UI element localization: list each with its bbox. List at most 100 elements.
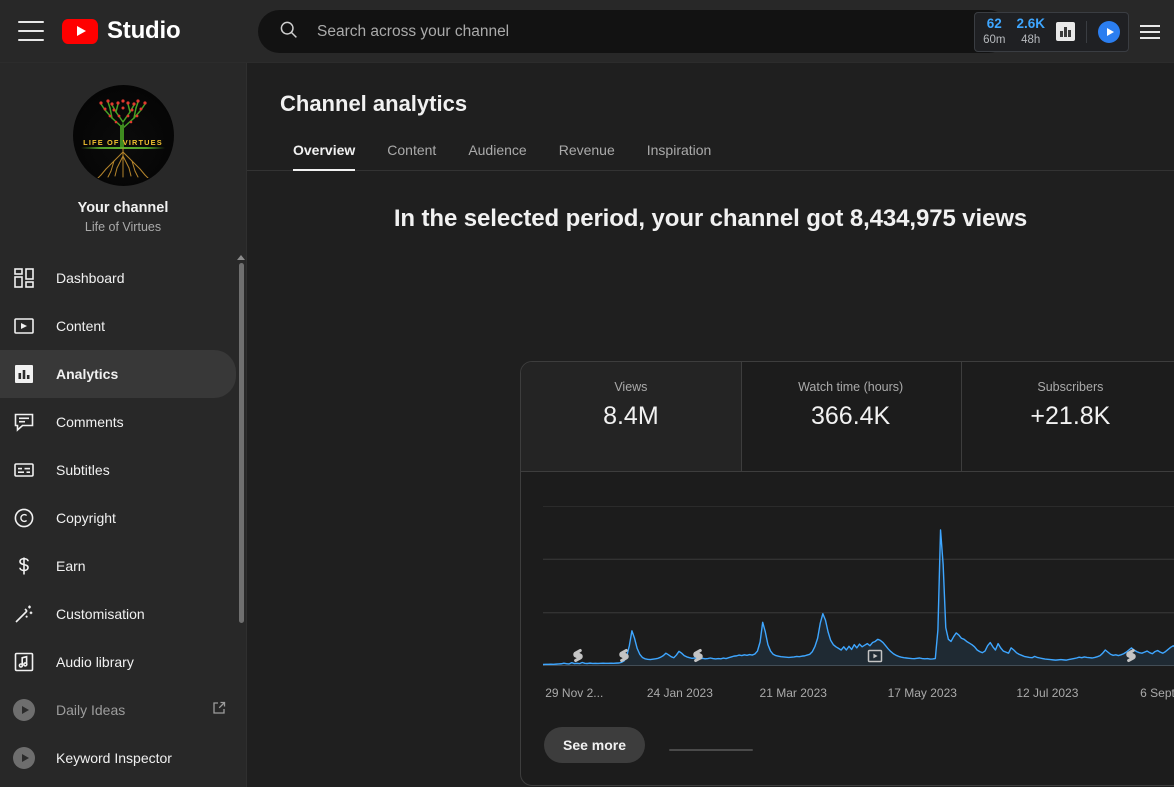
subtitles-icon [12,458,36,482]
top-right-actions: 62 60m 2.6K 48h [974,0,1174,63]
brand-label: Studio [107,17,181,44]
x-tick-label: 17 May 2023 [887,686,957,700]
sidebar-item-label: Earn [56,558,86,574]
avatar[interactable]: LIFE OF VIRTUES [72,85,174,186]
vidiq-logo-icon [12,746,36,770]
sidebar-item-daily-ideas[interactable]: Daily Ideas [0,686,246,734]
chart-marker-shorts-icon[interactable] [616,648,632,664]
vidiq-logo-icon [12,698,36,722]
vidiq-stat-60m-value: 62 [986,16,1002,32]
bottom-scroll-indicator [668,749,753,751]
sidebar-scroll-arrow [237,255,245,260]
earn-dollar-icon [12,554,36,578]
chart-marker-shorts-icon[interactable] [1123,648,1139,664]
sidebar-item-label: Audio library [56,654,134,670]
metric-label: Watch time (hours) [798,380,904,394]
tab-content[interactable]: Content [371,142,452,170]
sidebar-item-comments[interactable]: Comments [0,398,246,446]
metric-value: +21.8K [1030,402,1111,430]
analytics-overview-card: Views 8.4M Watch time (hours) 366.4K Subscri… [520,361,1174,786]
sidebar-item-analytics[interactable]: Analytics [0,350,236,398]
tab-revenue[interactable]: Revenue [543,142,631,170]
sidebar-scrollbar[interactable] [239,263,244,623]
sidebar-item-earn[interactable]: Earn [0,542,246,590]
analytics-bar-chart-icon [12,362,36,386]
dashboard-grid-icon [12,266,36,290]
sidebar-item-label: Copyright [56,510,116,526]
comments-speech-bubble-icon [12,410,36,434]
channel-name: Life of Virtues [84,220,162,234]
search-box[interactable] [258,10,1010,53]
headline-summary: In the selected period, your channel got… [393,205,1028,232]
search-container [258,10,1010,53]
tab-audience[interactable]: Audience [452,142,542,170]
x-tick-label: 21 Mar 2023 [759,686,827,700]
metric-label: Views [614,380,648,394]
sidebar-item-label: Daily Ideas [56,702,126,718]
audio-library-music-note-icon [12,650,36,674]
content-video-icon [12,314,36,338]
sidebar-item-subtitles[interactable]: Subtitles [0,446,246,494]
sidebar-item-keyword-inspector[interactable]: Keyword Inspector [0,734,246,782]
vidiq-stat-48h-value: 2.6K [1016,16,1045,32]
sidebar-item-content[interactable]: Content [0,302,246,350]
chart-marker-shorts-icon[interactable] [570,648,586,664]
views-chart[interactable]: 0100.0K200.0K300.0K 29 Nov 2...24 Jan 20… [521,472,1174,722]
vidiq-stat-48h[interactable]: 2.6K 48h [1016,16,1045,46]
metric-label: Subscribers [1037,380,1104,394]
studio-brand[interactable]: Studio [62,17,181,45]
sidebar-item-label: Comments [56,414,124,430]
avatar-logo-text: LIFE OF VIRTUES [83,138,163,148]
x-tick-label: 6 Sept 2023 [1140,686,1174,700]
metric-value: 8.4M [603,402,659,430]
hamburger-menu-icon[interactable] [18,21,44,41]
sidebar-item-label: Customisation [56,606,145,622]
tab-inspiration[interactable]: Inspiration [631,142,728,170]
sidebar-item-label: Keyword Inspector [56,750,172,766]
x-tick-label: 29 Nov 2... [545,686,604,700]
vidiq-stat-48h-label: 48h [1021,33,1041,46]
channel-title[interactable]: Your channel [0,200,246,216]
chart-marker-video-icon[interactable] [867,648,883,664]
sidebar-item-dashboard[interactable]: Dashboard [0,254,246,302]
top-bar: Studio 62 60m 2.6K 48h [0,0,1174,63]
x-tick-label: 12 Jul 2023 [1016,686,1079,700]
page-title: Channel analytics [280,91,468,116]
vidiq-stat-60m[interactable]: 62 60m [983,16,1006,46]
metric-card-subscribers[interactable]: Subscribers +21.8K [960,362,1174,471]
sidebar-item-customisation[interactable]: Customisation [0,590,246,638]
metric-card-views[interactable]: Views 8.4M [521,362,741,471]
main-content: Channel analytics Overview Content Audienc… [247,63,1174,787]
vidiq-menu-icon[interactable] [1140,24,1160,39]
see-more-button[interactable]: See more [544,727,646,763]
youtube-logo-icon [62,18,98,44]
chart-plot [543,506,1174,666]
vidiq-stat-60m-label: 60m [983,33,1006,46]
external-link-icon [212,701,226,720]
search-input[interactable] [317,22,957,41]
metric-card-watch-time-hours[interactable]: Watch time (hours) 366.4K [740,362,961,471]
divider [1086,20,1087,43]
tree-roots-icon [97,147,149,178]
metric-value: 366.4K [811,402,891,430]
search-icon [278,19,299,45]
chart-marker-shorts-icon[interactable] [690,648,706,664]
sidebar-item-audio-library[interactable]: Audio library [0,638,246,686]
sidebar-item-label: Content [56,318,106,334]
sidebar-item-label: Subtitles [56,462,110,478]
channel-header: LIFE OF VIRTUES Your channel Life of Vir… [0,63,246,248]
chart-x-axis-labels: 29 Nov 2... 24 Jan 2023 21 Mar 2023 17 May … [543,686,1174,706]
bar-chart-icon[interactable] [1056,22,1075,41]
copyright-circle-icon [12,506,36,530]
customisation-magic-wand-icon [12,602,36,626]
chart-event-markers [543,648,1174,670]
sidebar-item-label: Dashboard [56,270,125,286]
vidiq-stats-widget[interactable]: 62 60m 2.6K 48h [974,11,1129,52]
sidebar-item-copyright[interactable]: Copyright [0,494,246,542]
x-tick-label: 24 Jan 2023 [646,686,713,700]
app-body: LIFE OF VIRTUES Your channel Life of Vir… [0,63,1174,787]
metric-cards: Views 8.4M Watch time (hours) 366.4K Subscri… [521,362,1174,472]
vidiq-logo-icon[interactable] [1098,20,1120,43]
sidebar: LIFE OF VIRTUES Your channel Life of Vir… [0,63,247,787]
tab-overview[interactable]: Overview [277,142,371,171]
